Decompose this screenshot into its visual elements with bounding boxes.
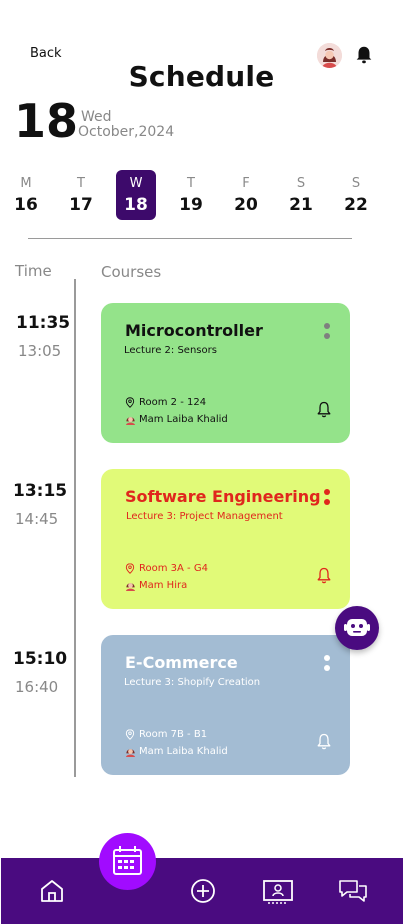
course-teacher: Mam Hira <box>125 580 187 591</box>
day-number: 20 <box>234 195 258 215</box>
day-letter: M <box>20 176 32 191</box>
courses-column-header: Courses <box>101 263 162 281</box>
day-letter: S <box>351 176 361 191</box>
more-options-icon[interactable] <box>322 655 332 677</box>
day-letter: S <box>296 176 306 191</box>
nav-classroom[interactable] <box>248 858 308 924</box>
page-title: Schedule <box>128 60 275 93</box>
course-card[interactable]: Software Engineering Lecture 3: Project … <box>101 469 350 609</box>
reminder-bell-icon[interactable] <box>316 401 332 419</box>
time-column-header: Time <box>15 262 52 280</box>
day-thu[interactable]: T 19 <box>171 170 211 220</box>
day-number: 19 <box>179 195 203 215</box>
course-room: Room 3A - G4 <box>125 563 208 574</box>
start-time: 15:10 <box>13 649 68 669</box>
bottom-navigation <box>1 858 403 924</box>
add-icon <box>191 879 215 903</box>
course-card[interactable]: E-Commerce Lecture 3: Shopify Creation R… <box>101 635 350 775</box>
course-lecture: Lecture 3: Project Management <box>126 511 283 522</box>
course-title: Software Engineering <box>125 487 321 506</box>
home-icon <box>41 880 63 902</box>
room-text: Room 2 - 124 <box>139 397 207 408</box>
selected-day-number: 18 <box>14 94 79 148</box>
day-mon[interactable]: M 16 <box>6 170 46 220</box>
nav-add[interactable] <box>173 858 233 924</box>
course-title: E-Commerce <box>125 653 238 672</box>
timeline-line <box>74 279 76 777</box>
teacher-name: Mam Hira <box>139 580 188 591</box>
more-options-icon[interactable] <box>322 489 332 511</box>
notification-bell-icon[interactable] <box>353 44 375 66</box>
week-strip: M 16 T 17 W 18 T 19 F 20 S 21 S 22 <box>0 170 403 222</box>
more-options-icon[interactable] <box>322 323 332 345</box>
day-sat[interactable]: S 21 <box>281 170 321 220</box>
end-time: 16:40 <box>15 678 59 696</box>
robot-icon <box>344 619 370 636</box>
teacher-icon <box>125 417 136 425</box>
end-time: 13:05 <box>18 342 62 360</box>
day-number: 16 <box>14 195 38 215</box>
course-lecture: Lecture 3: Shopify Creation <box>124 677 261 688</box>
course-teacher: Mam Laiba Khalid <box>125 746 228 757</box>
avatar[interactable] <box>317 43 342 68</box>
day-letter: T <box>187 176 195 191</box>
nav-messages[interactable] <box>323 858 383 924</box>
day-sun[interactable]: S 22 <box>336 170 376 220</box>
teacher-icon <box>125 583 136 591</box>
reminder-bell-icon[interactable] <box>316 733 332 751</box>
chat-icon <box>339 880 367 902</box>
calendar-icon <box>113 846 142 875</box>
course-teacher: Mam Laiba Khalid <box>125 414 228 425</box>
day-wed-selected[interactable]: W 18 <box>116 170 156 220</box>
classroom-icon <box>263 880 293 904</box>
day-number: 17 <box>69 195 93 215</box>
course-room: Room 2 - 124 <box>125 397 206 408</box>
day-number: 21 <box>289 195 313 215</box>
nav-schedule-active[interactable] <box>99 833 156 890</box>
day-fri[interactable]: F 20 <box>226 170 266 220</box>
course-title: Microcontroller <box>125 321 263 340</box>
day-letter: W <box>129 176 143 191</box>
course-lecture: Lecture 2: Sensors <box>124 345 217 356</box>
start-time: 11:35 <box>16 313 71 333</box>
room-text: Room 7B - B1 <box>139 729 208 740</box>
day-letter: T <box>77 176 85 191</box>
nav-home[interactable] <box>22 858 82 924</box>
back-button[interactable]: Back <box>30 46 62 61</box>
start-time: 13:15 <box>13 481 68 501</box>
day-letter: F <box>242 176 250 191</box>
chatbot-button[interactable] <box>335 606 379 650</box>
divider <box>28 238 352 239</box>
teacher-icon <box>125 749 136 757</box>
course-card[interactable]: Microcontroller Lecture 2: Sensors Room … <box>101 303 350 443</box>
location-pin-icon <box>125 563 135 574</box>
day-tue[interactable]: T 17 <box>61 170 101 220</box>
reminder-bell-icon[interactable] <box>316 567 332 585</box>
teacher-name: Mam Laiba Khalid <box>139 414 228 425</box>
user-avatar-icon <box>317 43 342 68</box>
location-pin-icon <box>125 729 135 740</box>
selected-month-year: October,2024 <box>78 124 175 140</box>
teacher-name: Mam Laiba Khalid <box>139 746 228 757</box>
day-number: 22 <box>344 195 368 215</box>
day-number: 18 <box>124 195 148 215</box>
end-time: 14:45 <box>15 510 59 528</box>
course-room: Room 7B - B1 <box>125 729 207 740</box>
location-pin-icon <box>125 397 135 408</box>
room-text: Room 3A - G4 <box>139 563 208 574</box>
selected-weekday: Wed <box>81 109 112 125</box>
